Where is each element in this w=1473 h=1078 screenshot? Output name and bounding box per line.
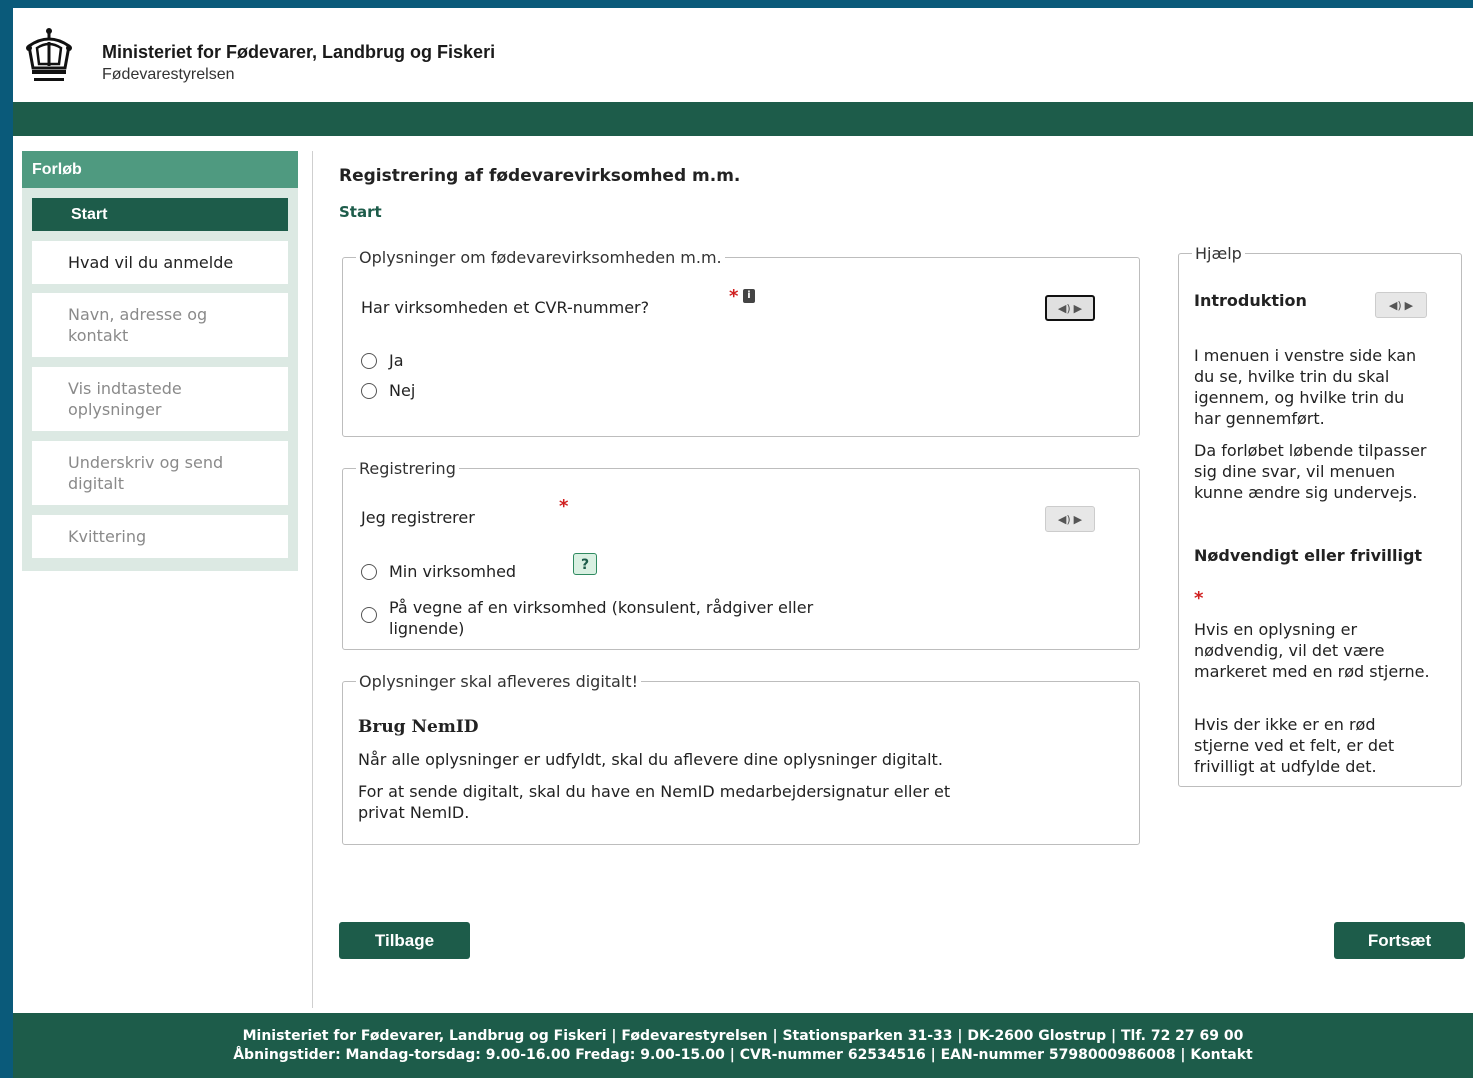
sidebar-item-start[interactable]: Start (32, 198, 288, 231)
nemid-text-2: For at sende digitalt, skal du have en N… (358, 782, 951, 822)
speaker-icon: ◀) (1388, 298, 1402, 312)
content-divider (312, 151, 313, 1008)
radio-circle[interactable] (361, 564, 377, 580)
progress-sidebar: Forløb Start Hvad vil du anmelde Navn, a… (22, 151, 298, 571)
required-star: * (1194, 588, 1204, 609)
speaker-icon: ◀) (1057, 512, 1071, 526)
radio-circle[interactable] (361, 353, 377, 369)
green-nav-bar (13, 102, 1473, 136)
nemid-heading: Brug NemID (358, 717, 479, 737)
help-intro-p1: I menuen i venstre side kan du se, hvilk… (1194, 346, 1417, 428)
speaker-icon: ◀) (1057, 301, 1071, 315)
site-header: Ministeriet for Fødevarer, Landbrug og F… (13, 8, 1473, 102)
sidebar-item-hvad-vil-du-anmelde[interactable]: Hvad vil du anmelde (32, 241, 288, 284)
registration-fieldset: Registrering Jeg registrerer * ◀) ▶ Min v… (342, 459, 1140, 650)
sidebar-item-kvittering: Kvittering (32, 515, 288, 558)
digital-legend: Oplysninger skal afleveres digitalt! (359, 672, 638, 691)
page: Ministeriet for Fødevarer, Landbrug og F… (13, 8, 1473, 1078)
radio-option-min-virksomhed[interactable]: Min virksomhed (361, 562, 516, 581)
sidebar-item-navn-adresse: Navn, adresse og kontakt (32, 293, 288, 357)
cvr-legend: Oplysninger om fødevarevirksomheden m.m. (359, 248, 722, 267)
crown-icon (26, 28, 72, 81)
footer-line-1: Ministeriet for Fødevarer, Landbrug og F… (242, 1028, 1244, 1044)
window-frame-top (0, 0, 1473, 8)
step-title: Start (339, 203, 382, 221)
agency-name: Fødevarestyrelsen (102, 66, 235, 83)
help-required-title: Nødvendigt eller frivilligt (1194, 546, 1423, 565)
continue-button[interactable]: Fortsæt (1334, 922, 1465, 959)
registration-legend: Registrering (359, 459, 456, 478)
help-question-icon[interactable]: ? (573, 553, 597, 575)
audio-play-button[interactable]: ◀) ▶ (1375, 292, 1427, 318)
registration-question: Jeg registrerer (361, 508, 475, 527)
window-frame-left (0, 0, 13, 1078)
ministry-name: Ministeriet for Fødevarer, Landbrug og F… (102, 42, 496, 62)
sidebar-item-vis-oplysninger: Vis indtastede oplysninger (32, 367, 288, 431)
page-title: Registrering af fødevarevirksomhed m.m. (339, 166, 741, 186)
help-intro-p2: Da forløbet løbende tilpasser sig dine s… (1194, 441, 1427, 502)
help-intro-title: Introduktion (1194, 291, 1307, 310)
radio-circle[interactable] (361, 383, 377, 399)
nemid-text-1: Når alle oplysninger er udfyldt, skal du… (358, 750, 943, 769)
help-req-p2: Hvis der ikke er en rød stjerne ved et f… (1194, 715, 1395, 776)
sidebar-item-underskriv: Underskriv og send digitalt (32, 441, 288, 505)
radio-option-ja[interactable]: Ja (361, 351, 404, 370)
back-button[interactable]: Tilbage (339, 922, 470, 959)
help-req-p1: Hvis en oplysning er nødvendig, vil det … (1194, 620, 1430, 681)
play-icon: ▶ (1073, 512, 1083, 526)
site-footer: Ministeriet for Fødevarer, Landbrug og F… (13, 1013, 1473, 1078)
audio-play-button[interactable]: ◀) ▶ (1045, 295, 1095, 321)
radio-option-paa-vegne[interactable]: På vegne af en virksomhed (konsulent, rå… (361, 597, 881, 639)
footer-line-2: Åbningstider: Mandag-torsdag: 9.00-16.00… (233, 1047, 1253, 1063)
radio-label: Min virksomhed (389, 562, 517, 581)
radio-label: Nej (389, 381, 416, 400)
required-star: * (729, 286, 739, 307)
required-star: * (559, 496, 569, 517)
radio-option-nej[interactable]: Nej (361, 381, 415, 400)
cvr-fieldset: Oplysninger om fødevarevirksomheden m.m.… (342, 248, 1140, 437)
radio-label: Ja (389, 351, 404, 370)
radio-circle[interactable] (361, 607, 377, 623)
info-icon[interactable]: i (743, 289, 755, 303)
sidebar-title: Forløb (22, 151, 298, 188)
digital-fieldset: Oplysninger skal afleveres digitalt! Bru… (342, 672, 1140, 845)
help-fieldset: Hjælp Introduktion ◀) ▶ I menuen i venstr… (1178, 244, 1462, 787)
play-icon: ▶ (1073, 301, 1083, 315)
audio-play-button[interactable]: ◀) ▶ (1045, 506, 1095, 532)
cvr-question: Har virksomheden et CVR-nummer? (361, 298, 650, 317)
radio-label: På vegne af en virksomhed (konsulent, rå… (389, 598, 814, 638)
help-legend: Hjælp (1195, 244, 1242, 263)
play-icon: ▶ (1404, 298, 1414, 312)
